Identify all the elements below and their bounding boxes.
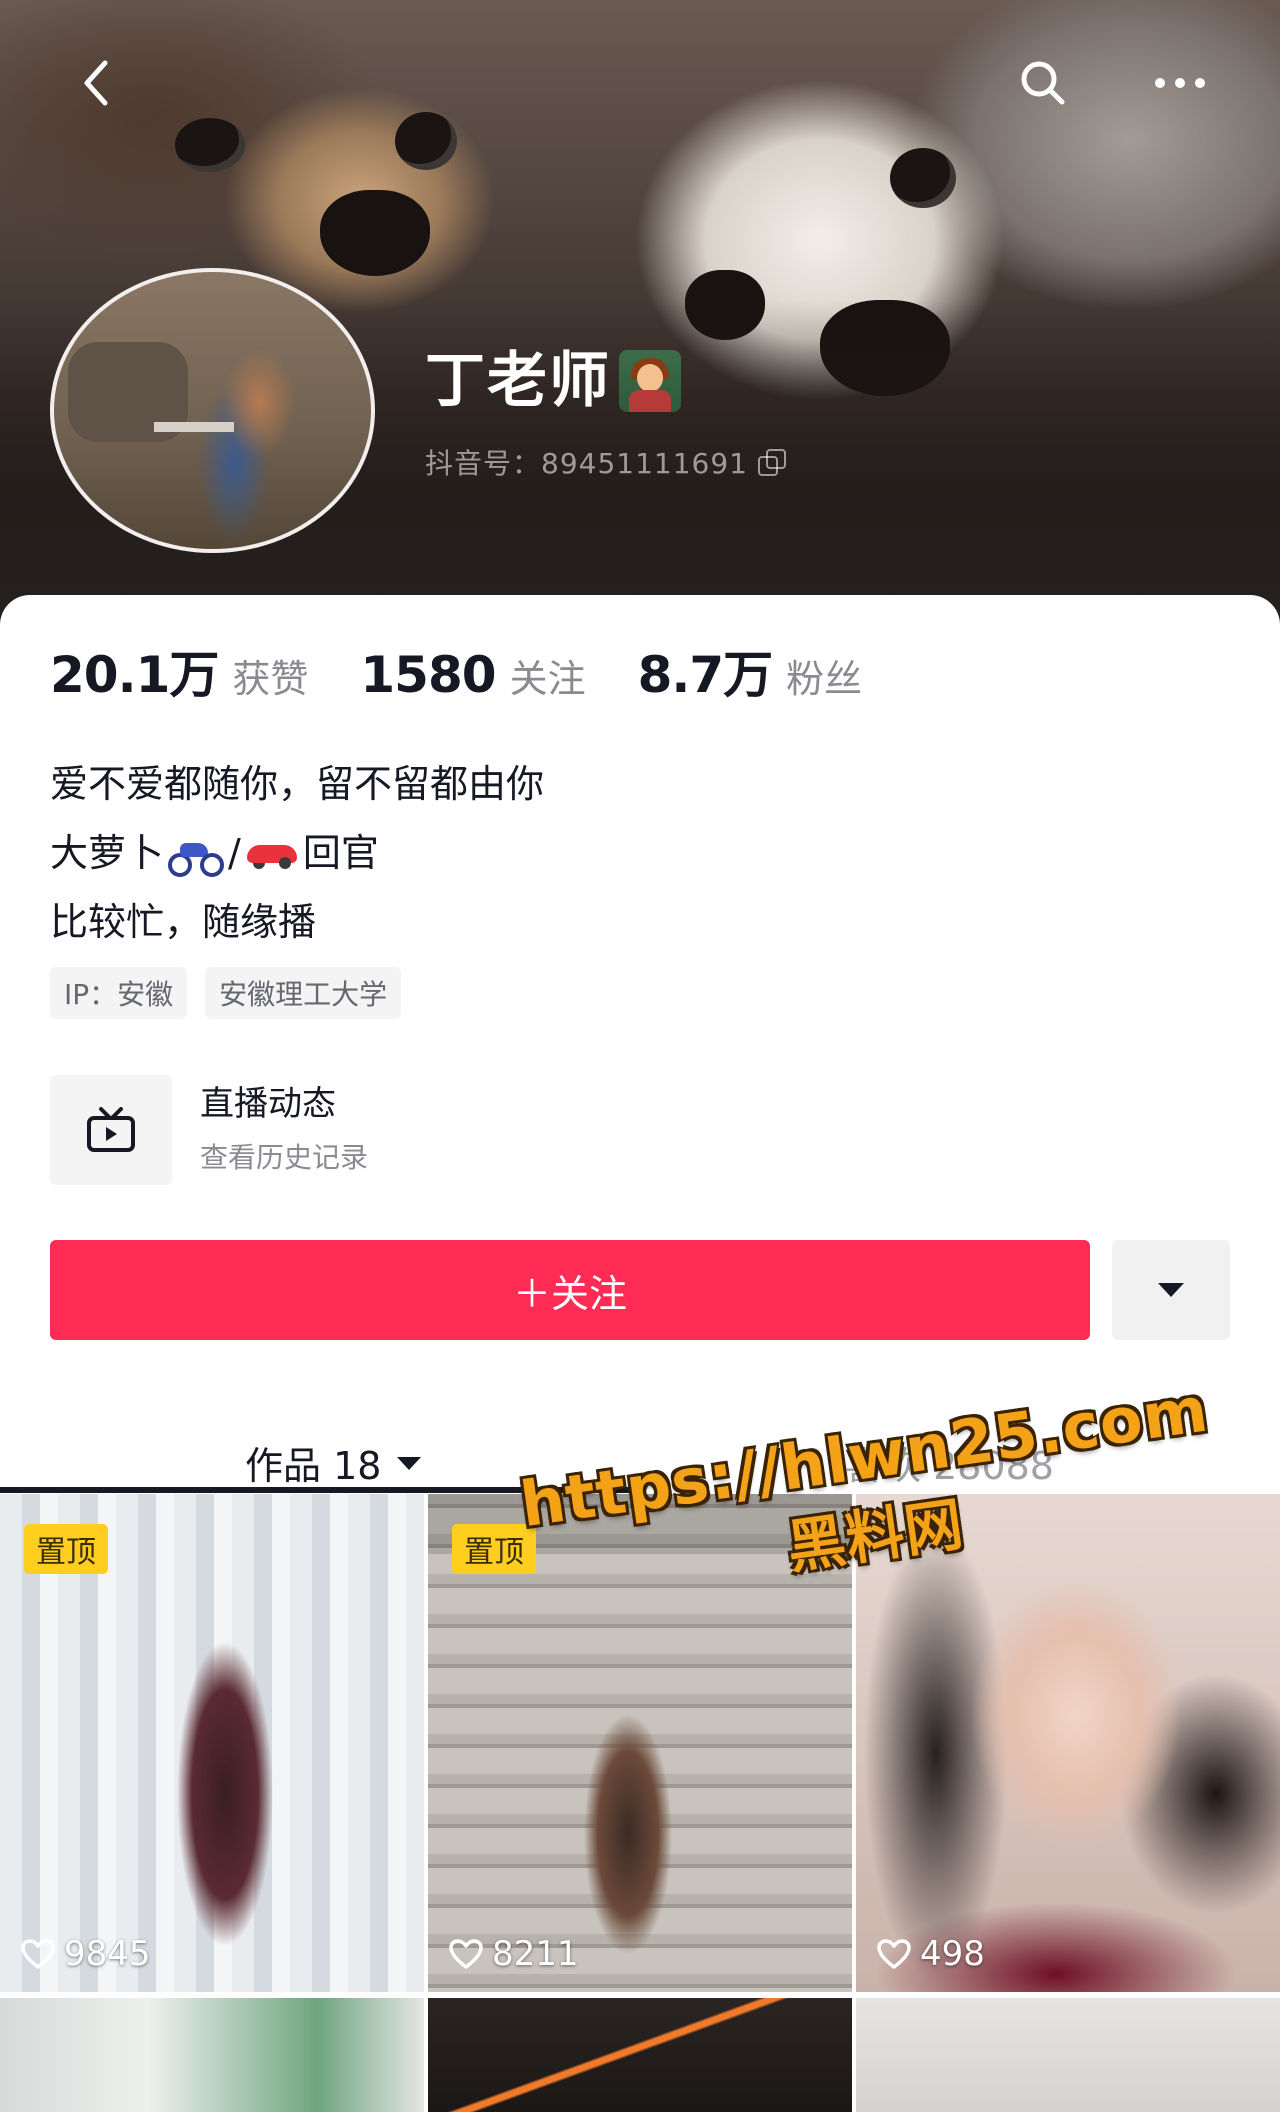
recommend-dropdown-button[interactable]: [1112, 1240, 1230, 1340]
chevron-left-icon: [84, 60, 108, 106]
motorcycle-emoji-icon: [166, 837, 226, 877]
copy-icon[interactable]: [757, 449, 786, 476]
more-options-button[interactable]: [1145, 48, 1215, 118]
tab-likes[interactable]: 喜欢 28088: [845, 1435, 1054, 1490]
stat-likes-label: 获赞: [232, 657, 309, 701]
stats-row: 20.1万 获赞 1580 关注 8.7万 粉丝: [50, 635, 914, 707]
stat-following-label: 关注: [509, 657, 586, 701]
active-tab-indicator: [0, 1487, 640, 1493]
video-likes-count: 8211: [492, 1934, 579, 1974]
stat-followers-value: 8.7万: [637, 646, 774, 704]
video-tile[interactable]: 置顶 9845: [0, 1494, 424, 1992]
bio: 爱不爱都随你，留不留都由你 大萝卜 / 回官 比较忙，随缘播: [50, 750, 544, 957]
bio-line-2-suffix: 回官: [302, 831, 379, 875]
tv-icon: [50, 1075, 172, 1185]
bio-line-3: 比较忙，随缘播: [50, 900, 317, 944]
stat-followers-label: 粉丝: [786, 657, 863, 701]
stat-following[interactable]: 1580 关注: [360, 646, 585, 704]
live-title: 直播动态: [200, 1084, 336, 1124]
stat-following-value: 1580: [360, 646, 496, 704]
video-tile[interactable]: [856, 1998, 1280, 2112]
car-emoji-icon: [243, 839, 301, 869]
tab-works-label: 作品 18: [245, 1444, 382, 1488]
video-likes-count: 498: [920, 1934, 985, 1974]
video-tile[interactable]: 置顶 8211: [428, 1494, 852, 1992]
search-button[interactable]: [1008, 48, 1078, 118]
bio-line-2-prefix: 大萝卜: [50, 831, 165, 875]
live-history-entry[interactable]: 直播动态 查看历史记录: [50, 1075, 368, 1185]
douyin-id-text: 抖音号：89451111691: [425, 447, 748, 480]
stat-likes-value: 20.1万: [50, 646, 219, 704]
caret-down-icon: [397, 1456, 422, 1470]
bio-line-2: 大萝卜 / 回官: [50, 819, 544, 888]
heart-icon: [449, 1939, 483, 1969]
school-tag[interactable]: 安徽理工大学: [205, 967, 402, 1019]
content-tabs: 作品 18 喜欢 28088: [0, 1415, 1280, 1495]
profile-name: 丁老师: [425, 346, 611, 416]
video-tile[interactable]: [0, 1998, 424, 2112]
caret-down-icon: [1158, 1283, 1184, 1297]
video-likes: 498: [876, 1934, 985, 1974]
tab-works[interactable]: 作品 18: [245, 1435, 423, 1490]
heart-icon: [877, 1939, 911, 1969]
ip-location-tag: IP：安徽: [50, 967, 188, 1019]
douyin-id[interactable]: 抖音号：89451111691: [425, 442, 786, 482]
video-grid: 置顶 9845 置顶 8211 498: [0, 1494, 1280, 2112]
video-tile[interactable]: [428, 1998, 852, 2112]
follow-button[interactable]: ＋关注: [50, 1240, 1090, 1340]
avatar[interactable]: [50, 268, 375, 553]
video-likes: 8211: [448, 1934, 579, 1974]
back-button[interactable]: [62, 48, 132, 118]
video-likes: 9845: [20, 1934, 151, 1974]
video-likes-count: 9845: [64, 1934, 151, 1974]
stat-likes[interactable]: 20.1万 获赞: [50, 635, 308, 707]
ellipsis-icon: [1155, 78, 1205, 88]
live-subtitle: 查看历史记录: [200, 1141, 369, 1174]
tab-likes-label: 喜欢 28088: [845, 1444, 1054, 1488]
pinned-badge: 置顶: [452, 1524, 536, 1574]
heart-icon: [21, 1939, 55, 1969]
pinned-badge: 置顶: [24, 1524, 108, 1574]
bio-line-2-separator: /: [228, 831, 241, 875]
stat-followers[interactable]: 8.7万 粉丝: [638, 635, 863, 707]
search-icon: [1021, 61, 1065, 105]
profile-tags: IP：安徽 安徽理工大学: [50, 967, 402, 1019]
profile-name-row: 丁老师: [425, 350, 681, 412]
bio-line-1: 爱不爱都随你，留不留都由你: [50, 762, 545, 806]
teacher-emoji-icon: [619, 350, 681, 412]
video-tile[interactable]: 498: [856, 1494, 1280, 1992]
profile-page: 丁老师 抖音号：89451111691 20.1万 获赞 1580 关注 8.7…: [0, 0, 1280, 2112]
profile-info-card: 20.1万 获赞 1580 关注 8.7万 粉丝 爱不爱都随你，留不留都由你 大…: [0, 595, 1280, 1495]
